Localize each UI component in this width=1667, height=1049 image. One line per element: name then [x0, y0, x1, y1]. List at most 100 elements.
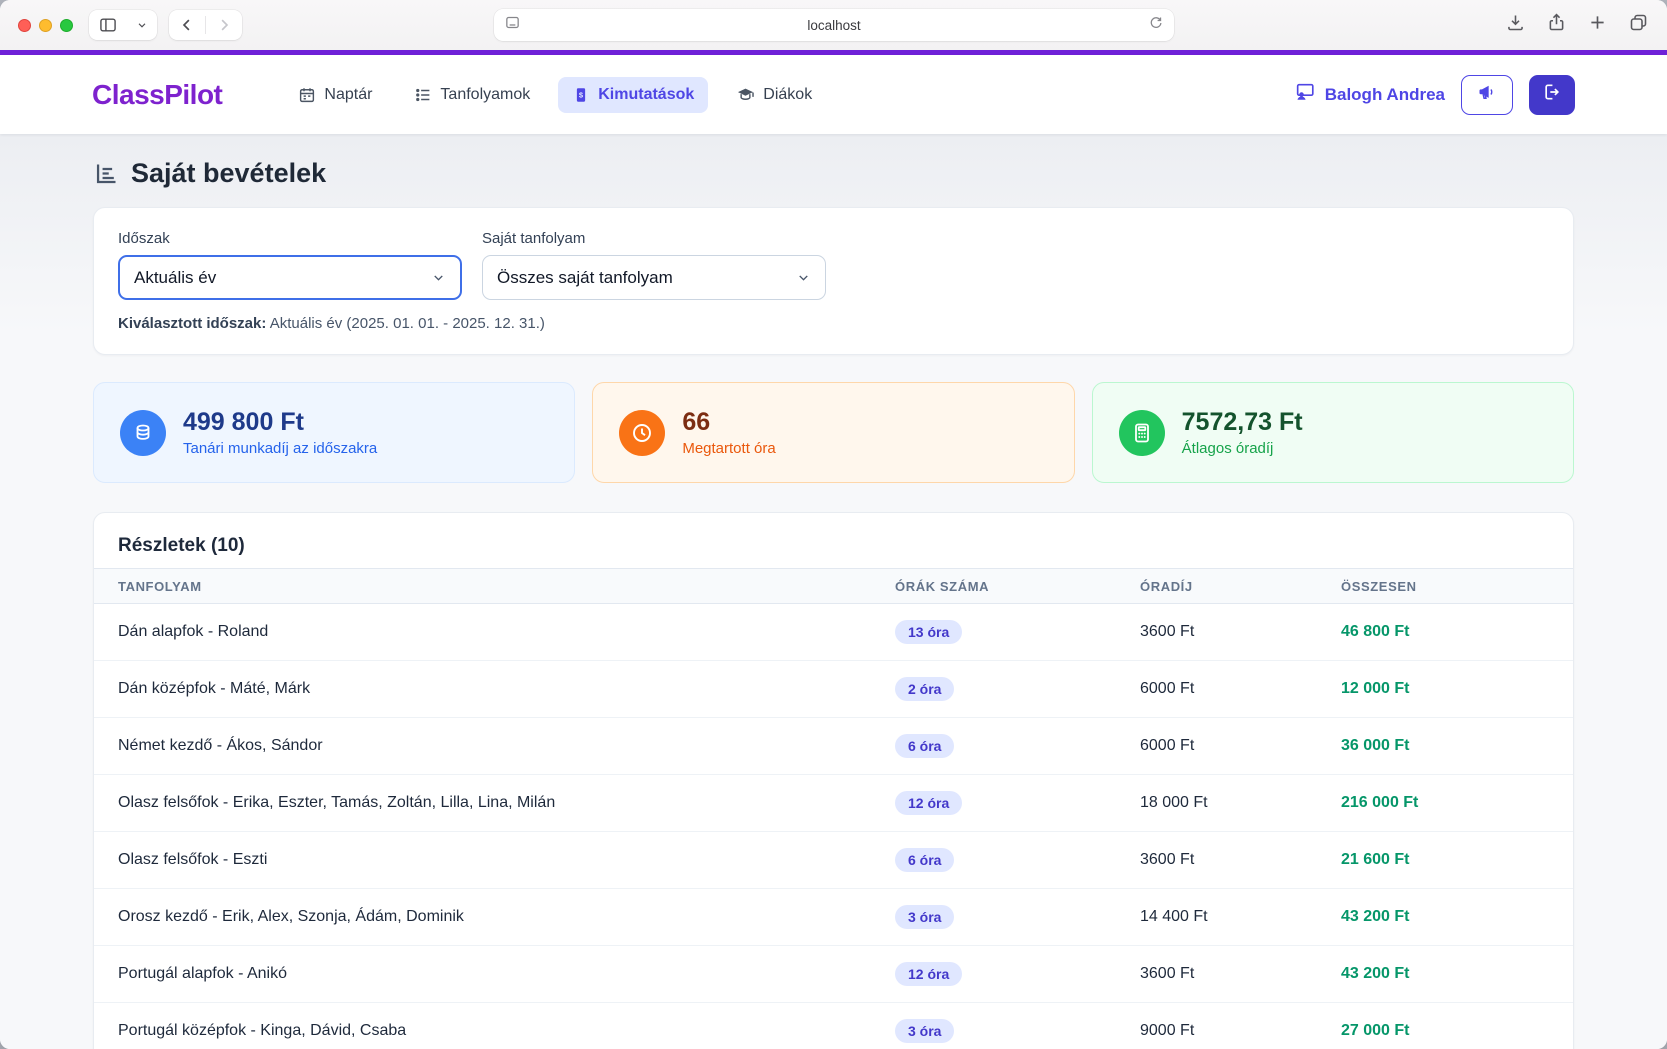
nav-item-naptar[interactable]: Naptár [284, 77, 386, 113]
graduation-cap-icon [736, 85, 755, 104]
summary-cards: 499 800 Ft Tanári munkadíj az időszakra … [93, 382, 1574, 483]
period-label: Időszak [118, 230, 462, 247]
browser-chrome: localhost [0, 0, 1667, 50]
hourly-rate: 6000 Ft [1140, 680, 1341, 698]
col-header-total: Összesen [1341, 579, 1549, 594]
url-text[interactable]: localhost [521, 18, 1148, 33]
col-header-course: Tanfolyam [118, 579, 895, 594]
main-nav: Naptár Tanfolyamok $ Kimutatások Diákok [284, 76, 826, 113]
address-bar[interactable]: localhost [494, 9, 1174, 41]
nav-item-label: Tanfolyamok [440, 86, 530, 104]
table-row: Portugál középfok - Kinga, Dávid, Csaba … [94, 1003, 1573, 1049]
hours-value: 66 [682, 408, 775, 437]
row-total: 46 800 Ft [1341, 623, 1549, 641]
toolbar-right [1505, 12, 1649, 38]
tab-overview-button[interactable] [1628, 12, 1649, 38]
downloads-button[interactable] [1505, 12, 1526, 38]
course-label: Saját tanfolyam [482, 230, 826, 247]
selected-period-prefix: Kiválasztott időszak: [118, 315, 266, 332]
forward-button[interactable] [206, 10, 242, 40]
reload-icon[interactable] [1148, 15, 1164, 36]
income-label: Tanári munkadíj az időszakra [183, 440, 377, 457]
back-button[interactable] [169, 10, 205, 40]
calculator-icon [1119, 410, 1165, 456]
course-name: Portugál középfok - Kinga, Dávid, Csaba [118, 1022, 895, 1040]
table-row: Német kezdő - Ákos, Sándor 6 óra 6000 Ft… [94, 718, 1573, 775]
nav-item-label: Naptár [324, 86, 372, 104]
income-card: 499 800 Ft Tanári munkadíj az időszakra [93, 382, 575, 483]
course-select-value: Összes saját tanfolyam [497, 268, 673, 288]
table-title: Részletek (10) [94, 513, 1573, 568]
browser-window: localhost ClassPilot [0, 0, 1667, 1049]
sidebar-menu-chevron[interactable] [127, 10, 157, 40]
col-header-hours: Órák száma [895, 579, 1140, 594]
chevron-down-icon [431, 270, 446, 285]
filter-card: Időszak Aktuális év Saját tanfolyam Össz… [93, 207, 1574, 355]
row-total: 43 200 Ft [1341, 965, 1549, 983]
hours-badge: 2 óra [895, 677, 954, 701]
hourly-rate: 6000 Ft [1140, 737, 1341, 755]
income-value: 499 800 Ft [183, 408, 377, 437]
hourly-rate: 3600 Ft [1140, 851, 1341, 869]
hours-card: 66 Megtartott óra [592, 382, 1074, 483]
window-controls [18, 19, 73, 32]
page-title-text: Saját bevételek [131, 158, 326, 189]
report-icon: $ [572, 86, 590, 104]
zoom-window-button[interactable] [60, 19, 73, 32]
hours-badge: 13 óra [895, 620, 962, 644]
table-row: Dán középfok - Máté, Márk 2 óra 6000 Ft … [94, 661, 1573, 718]
nav-item-kimutatasok[interactable]: $ Kimutatások [558, 77, 708, 113]
hourly-rate: 14 400 Ft [1140, 908, 1341, 926]
new-tab-button[interactable] [1587, 12, 1608, 38]
bar-chart-icon [93, 160, 120, 187]
course-name: Olasz felsőfok - Erika, Eszter, Tamás, Z… [118, 794, 895, 812]
row-total: 21 600 Ft [1341, 851, 1549, 869]
share-button[interactable] [1546, 12, 1567, 38]
course-name: Olasz felsőfok - Eszti [118, 851, 895, 869]
col-header-rate: Óradíj [1140, 579, 1341, 594]
page-content: Saját bevételek Időszak Aktuális év [0, 134, 1667, 1049]
hours-badge: 3 óra [895, 905, 954, 929]
table-row: Olasz felsőfok - Eszti 6 óra 3600 Ft 21 … [94, 832, 1573, 889]
hours-badge: 6 óra [895, 734, 954, 758]
period-select-value: Aktuális év [134, 268, 216, 288]
hours-badge: 3 óra [895, 1019, 954, 1043]
teacher-icon [1294, 81, 1316, 108]
course-name: Portugál alapfok - Anikó [118, 965, 895, 983]
sidebar-control-group [89, 10, 157, 40]
sidebar-toggle-button[interactable] [89, 10, 127, 40]
megaphone-icon [1477, 82, 1497, 107]
course-name: Dán alapfok - Roland [118, 623, 895, 641]
brand-logo[interactable]: ClassPilot [92, 79, 222, 111]
nav-item-diakok[interactable]: Diákok [722, 76, 826, 113]
course-select[interactable]: Összes saját tanfolyam [482, 255, 826, 300]
hours-badge: 12 óra [895, 791, 962, 815]
nav-item-tanfolyamok[interactable]: Tanfolyamok [400, 77, 544, 113]
minimize-window-button[interactable] [39, 19, 52, 32]
page-title: Saját bevételek [93, 134, 1574, 189]
hourly-rate: 18 000 Ft [1140, 794, 1341, 812]
hourly-rate: 3600 Ft [1140, 965, 1341, 983]
table-row: Olasz felsőfok - Erika, Eszter, Tamás, Z… [94, 775, 1573, 832]
page-icon [504, 14, 521, 36]
hours-badge: 6 óra [895, 848, 954, 872]
chevron-down-icon [796, 270, 811, 285]
hours-label: Megtartott óra [682, 440, 775, 457]
course-name: Német kezdő - Ákos, Sándor [118, 737, 895, 755]
row-total: 36 000 Ft [1341, 737, 1549, 755]
course-field: Saját tanfolyam Összes saját tanfolyam [482, 230, 826, 300]
nav-item-label: Kimutatások [598, 86, 694, 104]
course-name: Dán középfok - Máté, Márk [118, 680, 895, 698]
clock-icon [619, 410, 665, 456]
table-header-row: Tanfolyam Órák száma Óradíj Összesen [94, 568, 1573, 604]
user-name: Balogh Andrea [1325, 85, 1445, 105]
period-select[interactable]: Aktuális év [118, 255, 462, 300]
row-total: 43 200 Ft [1341, 908, 1549, 926]
logout-button[interactable] [1529, 75, 1575, 115]
close-window-button[interactable] [18, 19, 31, 32]
announcements-button[interactable] [1461, 75, 1513, 115]
nav-item-label: Diákok [763, 86, 812, 104]
user-menu[interactable]: Balogh Andrea [1294, 81, 1445, 108]
history-nav-group [169, 10, 242, 40]
navbar-right: Balogh Andrea [1294, 75, 1575, 115]
